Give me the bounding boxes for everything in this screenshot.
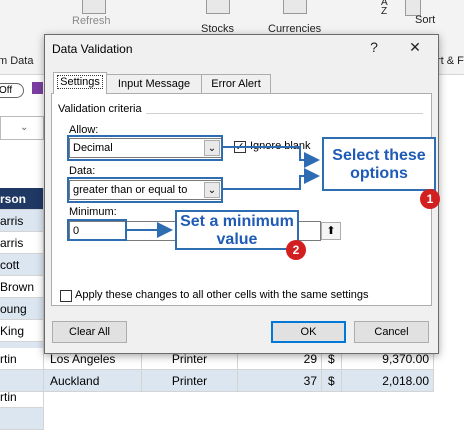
tab-settings[interactable]: Settings (53, 72, 107, 94)
arrow-line (223, 168, 320, 190)
tab-settings-label: Settings (57, 75, 103, 89)
table-cell-name[interactable] (0, 408, 44, 430)
step-badge-2: 2 (286, 240, 306, 260)
arrow-line (223, 146, 320, 168)
step-badge-1: 1 (420, 189, 440, 209)
annotation-arrows (127, 146, 320, 238)
